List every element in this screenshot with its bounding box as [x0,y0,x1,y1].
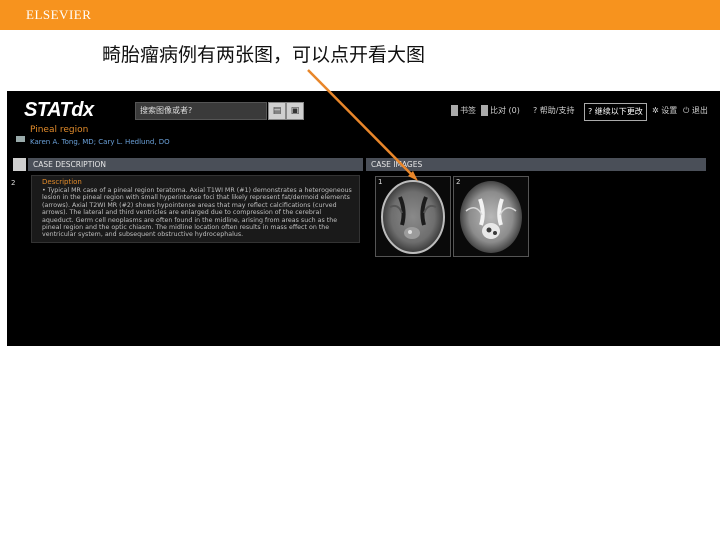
image-number: 1 [378,178,383,186]
image-number: 2 [456,178,461,186]
annotation-arrow [307,69,418,181]
arrow-line [307,69,415,178]
